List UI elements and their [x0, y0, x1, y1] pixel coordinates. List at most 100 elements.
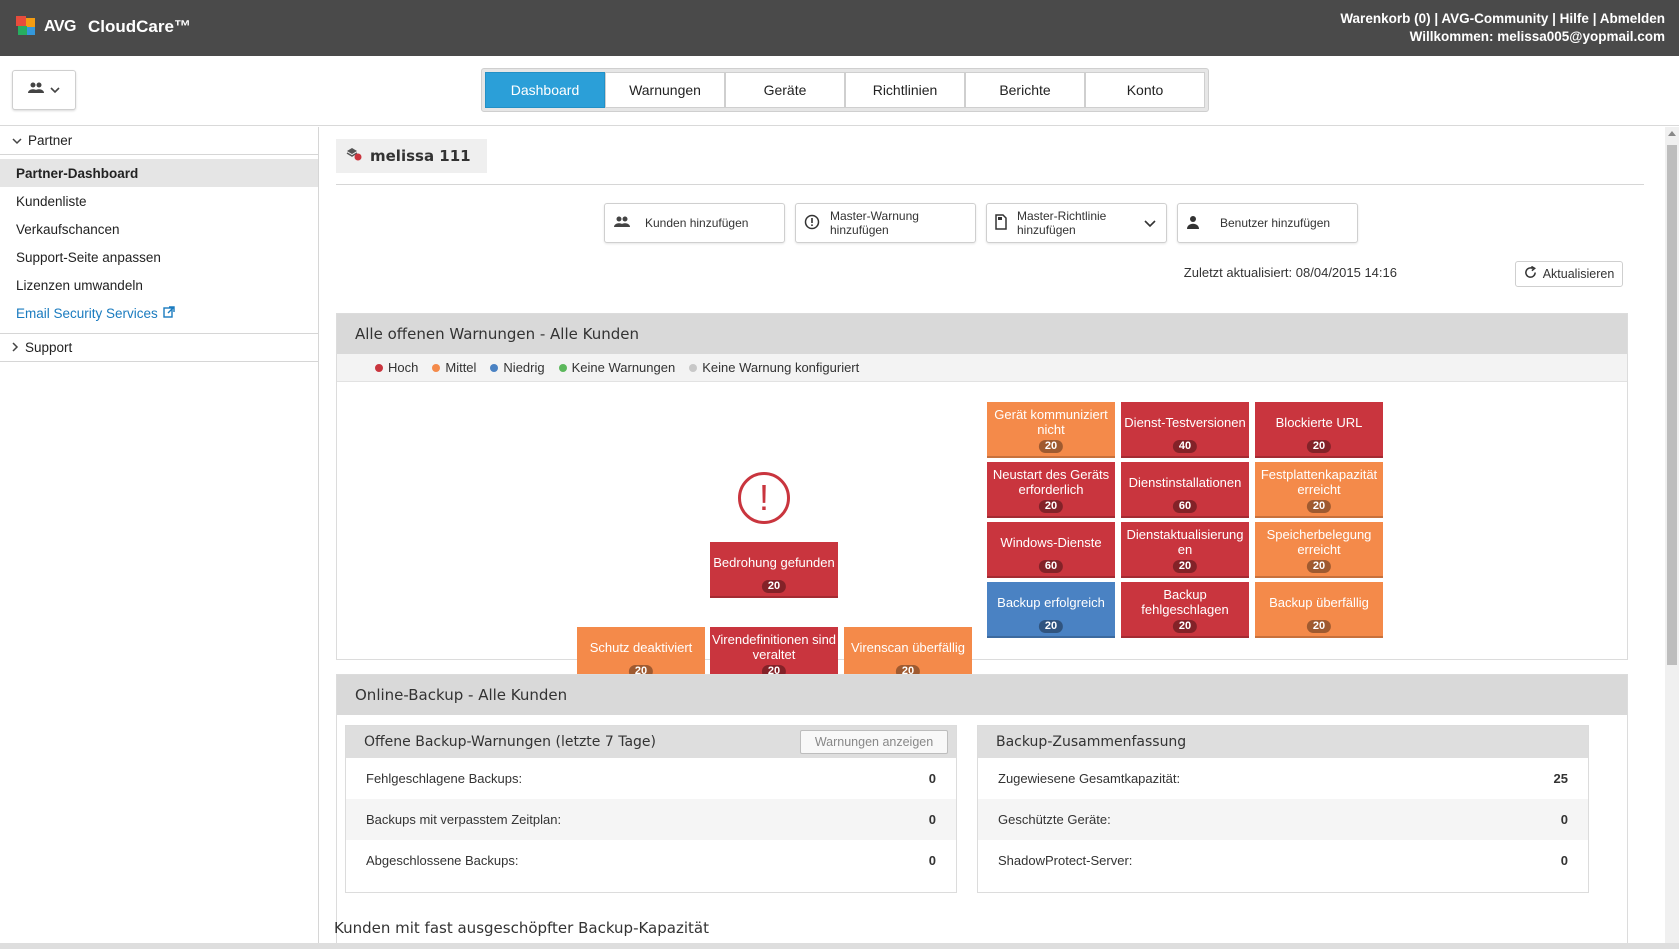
scrollbar-thumb[interactable]: [1667, 145, 1677, 665]
customer-selector-button[interactable]: [12, 70, 76, 110]
tile-service-updates[interactable]: Dienstaktualisierung en 20: [1121, 522, 1249, 578]
alerts-panel: Alle offenen Warnungen - Alle Kunden Hoc…: [336, 313, 1628, 683]
sidebar-item-label: Email Security Services: [16, 305, 158, 321]
table-row: Fehlgeschlagene Backups: 0: [366, 771, 936, 786]
tile-blocked-url[interactable]: Blockierte URL 20: [1255, 402, 1383, 458]
header-links: Warenkorb (0) | AVG-Community | Hilfe | …: [1340, 11, 1665, 44]
table-row: Zugewiesene Gesamtkapazität: 25: [998, 771, 1568, 786]
brand-name: AVG: [44, 18, 76, 35]
sidebar-item-partner-dashboard[interactable]: Partner-Dashboard: [0, 159, 318, 187]
action-label: Master-Richtlinie hinzufügen: [1017, 209, 1107, 237]
table-row: ShadowProtect-Server: 0: [998, 853, 1568, 868]
add-master-policy-button[interactable]: Master-Richtlinie hinzufügen: [986, 203, 1167, 243]
top-bar: AVG CloudCare™ Warenkorb (0) | AVG-Commu…: [0, 0, 1679, 56]
last-updated-label: Zuletzt aktualisiert:: [1183, 265, 1293, 280]
sidebar-partner-list: Partner-Dashboard Kundenliste Verkaufsch…: [0, 155, 318, 334]
tile-disk-capacity[interactable]: Festplattenkapazität erreicht 20: [1255, 462, 1383, 518]
backup-summary-title: Backup-Zusammenfassung: [978, 726, 1588, 758]
backup-panel: Online-Backup - Alle Kunden Offene Backu…: [336, 674, 1628, 949]
alert-circle-icon: [804, 214, 820, 233]
main-tabs: Dashboard Warnungen Geräte Richtlinien B…: [481, 68, 1209, 112]
action-label: Benutzer hinzufügen: [1220, 216, 1331, 230]
users-icon: [28, 82, 44, 98]
tile-restart-required[interactable]: Neustart des Geräts erforderlich 20: [987, 462, 1115, 518]
chevron-down-icon: [12, 133, 22, 148]
avg-logo[interactable]: AVG CloudCare™: [16, 16, 191, 38]
last-updated-value: 08/04/2015 14:16: [1295, 265, 1397, 280]
table-row: Backups mit verpasstem Zeitplan: 0: [346, 799, 956, 840]
tile-windows-services[interactable]: Windows-Dienste 60: [987, 522, 1115, 578]
nav-row: Dashboard Warnungen Geräte Richtlinien B…: [0, 56, 1679, 126]
scroll-up-arrow-icon[interactable]: [1668, 131, 1676, 136]
tile-threat-found[interactable]: Bedrohung gefunden 20: [710, 542, 838, 598]
refresh-icon: [1524, 265, 1537, 282]
tab-dashboard[interactable]: Dashboard: [485, 72, 605, 108]
backup-warnings-title: Offene Backup-Warnungen (letzte 7 Tage) …: [346, 726, 956, 758]
legend-item-medium: Mittel: [432, 360, 476, 375]
cart-link[interactable]: Warenkorb (0): [1340, 11, 1430, 26]
main-content: melissa 111 Kunden hinzufügen Master-War…: [320, 127, 1665, 949]
sidebar-section-label: Partner: [28, 133, 73, 148]
tile-backup-failed[interactable]: Backup fehlgeschlagen 20: [1121, 582, 1249, 638]
show-warnings-button[interactable]: Warnungen anzeigen: [800, 730, 948, 754]
tab-policies[interactable]: Richtlinien: [845, 72, 965, 108]
sidebar-section-support[interactable]: Support: [0, 334, 318, 362]
table-row: Geschützte Geräte: 0: [978, 799, 1588, 840]
tile-backup-overdue[interactable]: Backup überfällig 20: [1255, 582, 1383, 638]
refresh-button[interactable]: Aktualisieren: [1515, 261, 1623, 287]
logout-link[interactable]: Abmelden: [1600, 11, 1665, 26]
tab-account[interactable]: Konto: [1085, 72, 1205, 108]
external-link-icon: [163, 305, 175, 321]
alerts-legend: Hoch Mittel Niedrig Keine Warnungen Kein…: [337, 354, 1627, 382]
tile-device-not-communicating[interactable]: Gerät kommuniziert nicht 20: [987, 402, 1115, 458]
sidebar-item-customize-support[interactable]: Support-Seite anpassen: [0, 243, 318, 271]
document-icon: [995, 213, 1007, 233]
sidebar-item-sales-opportunities[interactable]: Verkaufschancen: [0, 215, 318, 243]
community-link[interactable]: AVG-Community: [1441, 11, 1548, 26]
sidebar-item-convert-licenses[interactable]: Lizenzen umwandeln: [0, 271, 318, 299]
product-name: CloudCare™: [87, 17, 191, 36]
chevron-right-icon: [12, 340, 19, 355]
add-user-button[interactable]: Benutzer hinzufügen: [1177, 203, 1358, 243]
sidebar: Partner Partner-Dashboard Kundenliste Ve…: [0, 127, 319, 949]
sidebar-item-customer-list[interactable]: Kundenliste: [0, 187, 318, 215]
tile-service-trials[interactable]: Dienst-Testversionen 40: [1121, 402, 1249, 458]
action-label: Kunden hinzufügen: [645, 216, 749, 230]
customer-alert-icon: [346, 147, 362, 165]
legend-item-high: Hoch: [375, 360, 418, 375]
customer-name: melissa 111: [370, 147, 471, 165]
tab-reports[interactable]: Berichte: [965, 72, 1085, 108]
help-link[interactable]: Hilfe: [1560, 11, 1589, 26]
near-full-capacity-title: Kunden mit fast ausgeschöpfter Backup-Ka…: [334, 919, 709, 937]
sidebar-section-partner[interactable]: Partner: [0, 127, 318, 155]
divider: [336, 184, 1644, 185]
backup-warnings-box: Offene Backup-Warnungen (letzte 7 Tage) …: [345, 725, 957, 893]
scrollbar[interactable]: [1665, 127, 1679, 949]
backup-summary-box: Backup-Zusammenfassung Zugewiesene Gesam…: [977, 725, 1589, 893]
bottom-strip: [0, 943, 1679, 949]
users-icon: [613, 216, 631, 231]
add-customer-button[interactable]: Kunden hinzufügen: [604, 203, 785, 243]
user-icon: [1186, 215, 1200, 232]
welcome-text: Willkommen: melissa005@yopmail.com: [1409, 29, 1665, 44]
refresh-label: Aktualisieren: [1542, 267, 1615, 281]
tile-backup-success[interactable]: Backup erfolgreich 20: [987, 582, 1115, 638]
table-row: Abgeschlossene Backups: 0: [366, 853, 936, 868]
add-master-warning-button[interactable]: Master-Warnung hinzufügen: [795, 203, 976, 243]
alerts-panel-title: Alle offenen Warnungen - Alle Kunden: [337, 314, 1627, 354]
sidebar-section-label: Support: [25, 340, 73, 355]
sidebar-item-email-security[interactable]: Email Security Services: [0, 299, 318, 327]
legend-item-none: Keine Warnungen: [558, 360, 675, 375]
customer-title: melissa 111: [336, 139, 487, 173]
avg-logo-icon: [16, 16, 38, 38]
tile-service-installations[interactable]: Dienstinstallationen 60: [1121, 462, 1249, 518]
tile-memory-usage[interactable]: Speicherbelegung erreicht 20: [1255, 522, 1383, 578]
action-label: Master-Warnung hinzufügen: [830, 209, 919, 237]
last-updated: Zuletzt aktualisiert: 08/04/2015 14:16: [1184, 265, 1397, 280]
tab-devices[interactable]: Geräte: [725, 72, 845, 108]
backup-panel-title: Online-Backup - Alle Kunden: [337, 675, 1627, 715]
tab-warnings[interactable]: Warnungen: [605, 72, 725, 108]
quick-actions: Kunden hinzufügen Master-Warnung hinzufü…: [604, 203, 1358, 243]
alert-tiles-area: ! Bedrohung gefunden 20 Schutz deaktivier…: [337, 382, 1627, 683]
legend-item-low: Niedrig: [490, 360, 545, 375]
